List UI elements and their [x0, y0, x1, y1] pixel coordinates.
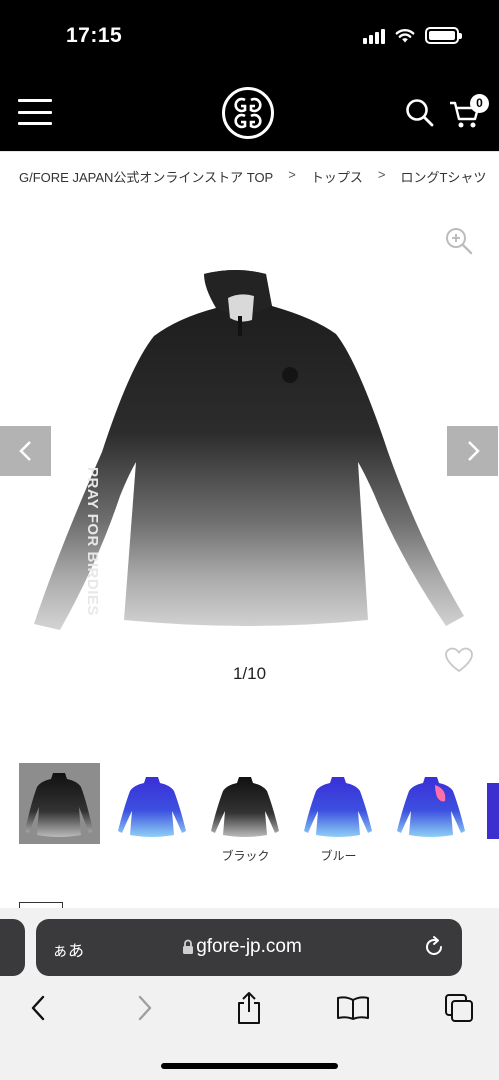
breadcrumb-longtee-link[interactable]: ロングTシャツ — [400, 167, 486, 186]
thumbnail-next-partial[interactable] — [487, 783, 499, 839]
previous-tab-preview[interactable] — [0, 919, 25, 976]
zoom-button[interactable] — [444, 226, 474, 256]
book-icon — [337, 996, 369, 1020]
breadcrumb-tops-link[interactable]: トップス — [311, 167, 363, 186]
breadcrumb-home-link[interactable]: G/FORE JAPAN公式オンラインストア TOP — [19, 167, 273, 186]
image-counter: 1/10 — [232, 664, 267, 683]
thumbnail-shirt-image — [118, 777, 186, 837]
thumbnail-black-1[interactable] — [19, 763, 100, 844]
reload-icon[interactable] — [422, 935, 446, 959]
chevron-right-icon — [138, 995, 152, 1021]
bookmarks-button[interactable] — [335, 990, 371, 1026]
chevron-left-icon — [31, 995, 45, 1021]
header-divider — [0, 151, 499, 152]
cart-count-badge: 0 — [470, 94, 489, 113]
thumbnail-blue-back[interactable] — [391, 763, 472, 844]
search-icon — [406, 99, 434, 127]
next-image-button[interactable] — [447, 426, 498, 476]
thumbnail-shirt-image — [304, 777, 372, 837]
sleeve-print-text: PRAY FOR BIRDIES — [84, 467, 101, 616]
thumbnail-shirt-image — [397, 777, 465, 837]
status-icons — [363, 27, 462, 44]
breadcrumb-separator: > — [377, 167, 386, 182]
brand-logo[interactable] — [222, 87, 274, 139]
app-screen: 17:15 0 G/FORE JAPAN公式オンラインストア TOP > トップ… — [0, 0, 499, 1080]
thumbnail-shirt-image — [211, 777, 279, 837]
chevron-left-icon — [18, 441, 31, 461]
url-text: gfore-jp.com — [196, 936, 302, 957]
battery-icon — [425, 27, 462, 44]
home-indicator — [161, 1063, 338, 1069]
color-label-blue: ブルー — [320, 849, 357, 863]
breadcrumb-separator: > — [288, 167, 296, 182]
status-time: 17:15 — [66, 24, 123, 47]
zoom-in-icon — [446, 228, 473, 255]
chevron-right-icon — [467, 441, 480, 461]
back-button[interactable] — [20, 990, 56, 1026]
thumbnail-shirt-image — [25, 773, 93, 837]
tabs-button[interactable] — [441, 990, 477, 1026]
thumbnail-blue-2[interactable] — [298, 763, 379, 844]
search-button[interactable] — [404, 97, 436, 129]
thumbnail-blue-1[interactable] — [112, 763, 193, 844]
tabs-icon — [445, 994, 473, 1022]
share-icon — [238, 992, 260, 1024]
prev-image-button[interactable] — [0, 426, 51, 476]
share-button[interactable] — [231, 990, 267, 1026]
breadcrumb: G/FORE JAPAN公式オンラインストア TOP > トップス > ロングT… — [19, 167, 499, 186]
gfore-logo-icon — [234, 97, 262, 129]
forward-button[interactable] — [127, 990, 163, 1026]
thumbnail-black-2[interactable] — [205, 763, 286, 844]
hamburger-menu-button[interactable] — [18, 99, 52, 125]
address-bar[interactable]: ぁあ gfore-jp.com — [36, 919, 462, 976]
signal-icon — [363, 28, 385, 44]
wifi-icon — [395, 28, 415, 42]
product-main-image: PRAY FOR BIRDIES — [34, 270, 464, 630]
color-label-black: ブラック — [221, 849, 270, 863]
